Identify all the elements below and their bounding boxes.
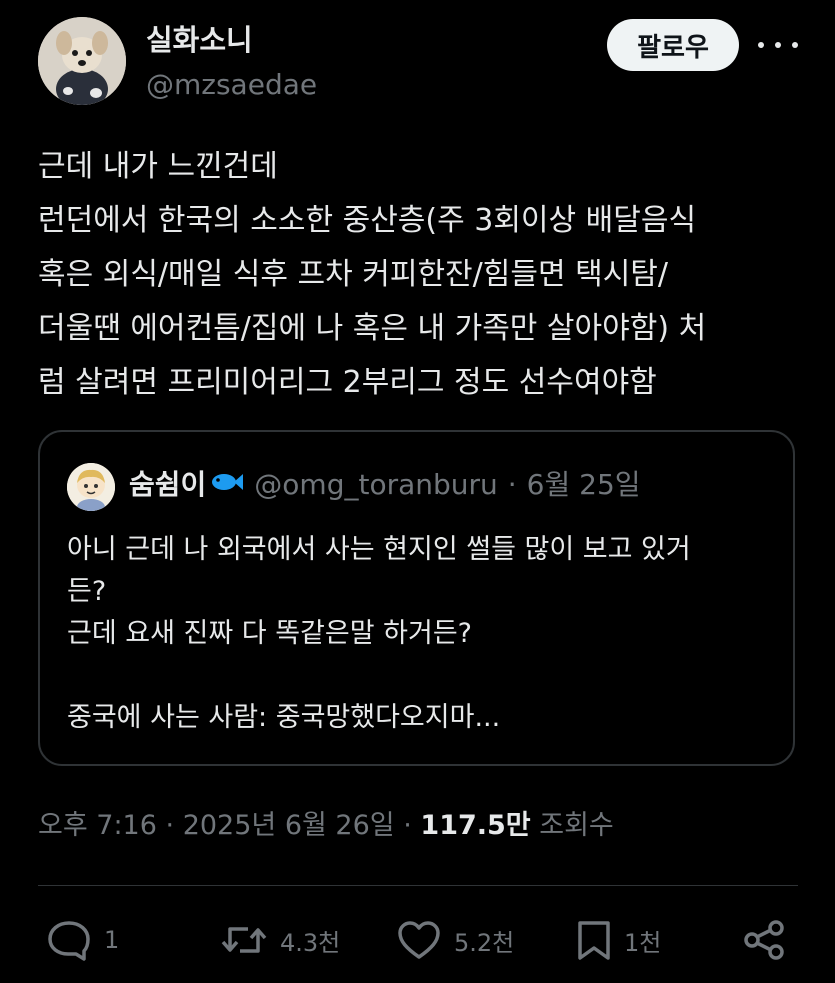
tweet-line: 근데 내가 느낀건데: [38, 149, 278, 184]
more-dot: [792, 42, 798, 48]
bookmark-button[interactable]: 1천: [576, 918, 661, 962]
author-avatar[interactable]: [38, 17, 126, 105]
quote-date[interactable]: 6월 25일: [527, 467, 641, 503]
share-button[interactable]: [742, 918, 786, 962]
tweet-meta: 오후 7:16 · 2025년 6월 26일 · 117.5만 조회수: [38, 808, 614, 844]
quote-line: 아니 근데 나 외국에서 사는 현지인 썰들 많이 보고 있거: [67, 534, 691, 565]
more-icon[interactable]: [758, 30, 798, 60]
quoted-tweet-card[interactable]: 숨쉼이 @omg_toranburu · 6월 25일 아니 근데 나 외국에서…: [38, 430, 795, 766]
like-count: 5.2천: [454, 928, 515, 957]
dog-avatar-image: [38, 17, 126, 105]
quote-handle[interactable]: @omg_toranburu: [254, 467, 497, 503]
follow-button[interactable]: 팔로우: [607, 19, 739, 71]
tweet-date[interactable]: 2025년 6월 26일: [183, 810, 395, 841]
quote-line: 근데 요새 진짜 다 똑같은말 하거든?: [67, 618, 473, 649]
share-icon: [744, 920, 784, 960]
meta-separator: ·: [403, 810, 412, 841]
views-count: 117.5만: [420, 810, 531, 841]
tweet-line: 런던에서 한국의 소소한 중산층(주 3회이상 배달음식: [38, 203, 697, 238]
author-handle[interactable]: @mzsaedae: [146, 67, 317, 103]
meta-separator: ·: [165, 810, 175, 841]
tweet-line: 혹은 외식/매일 식후 프차 커피한잔/힘들면 택시탐/: [38, 257, 669, 292]
quote-line: 든?: [67, 576, 107, 607]
quote-display-name[interactable]: 숨쉼이: [129, 467, 206, 503]
heart-icon: [398, 921, 440, 959]
bookmark-count: 1천: [624, 928, 662, 957]
bookmark-icon: [578, 921, 610, 960]
reply-icon: [48, 921, 90, 961]
retweet-button[interactable]: 4.3천: [220, 918, 340, 962]
tweet-line: 럼 살려면 프리미어리그 2부리그 정도 선수여야함: [38, 365, 657, 400]
tweet-text: 근데 내가 느낀건데 런던에서 한국의 소소한 중산층(주 3회이상 배달음식 …: [38, 140, 808, 410]
quote-text: 아니 근데 나 외국에서 사는 현지인 썰들 많이 보고 있거 든? 근데 요새…: [67, 529, 767, 739]
more-dot: [758, 42, 764, 48]
more-dot: [775, 42, 781, 48]
views-label: 조회수: [539, 810, 614, 841]
like-button[interactable]: 5.2천: [396, 918, 514, 962]
tweet-line: 더울땐 에어컨틈/집에 나 혹은 내 가족만 살아야함) 처: [38, 311, 707, 346]
retweet-count: 4.3천: [280, 928, 341, 957]
tweet-time[interactable]: 오후 7:16: [38, 810, 157, 841]
reply-count: 1: [104, 926, 120, 954]
quote-avatar[interactable]: [67, 463, 115, 511]
quote-separator: ·: [507, 468, 517, 501]
author-display-name[interactable]: 실화소니: [146, 22, 253, 58]
retweet-icon: [221, 927, 267, 953]
quote-line: 중국에 사는 사람: 중국망했다오지마...: [67, 702, 501, 733]
cartoon-avatar-image: [67, 463, 115, 511]
quote-line: [67, 655, 767, 697]
reply-button[interactable]: 1: [46, 918, 119, 962]
quote-header: 숨쉼이 @omg_toranburu · 6월 25일: [129, 467, 641, 503]
fish-icon: [210, 467, 244, 503]
divider: [38, 885, 798, 886]
